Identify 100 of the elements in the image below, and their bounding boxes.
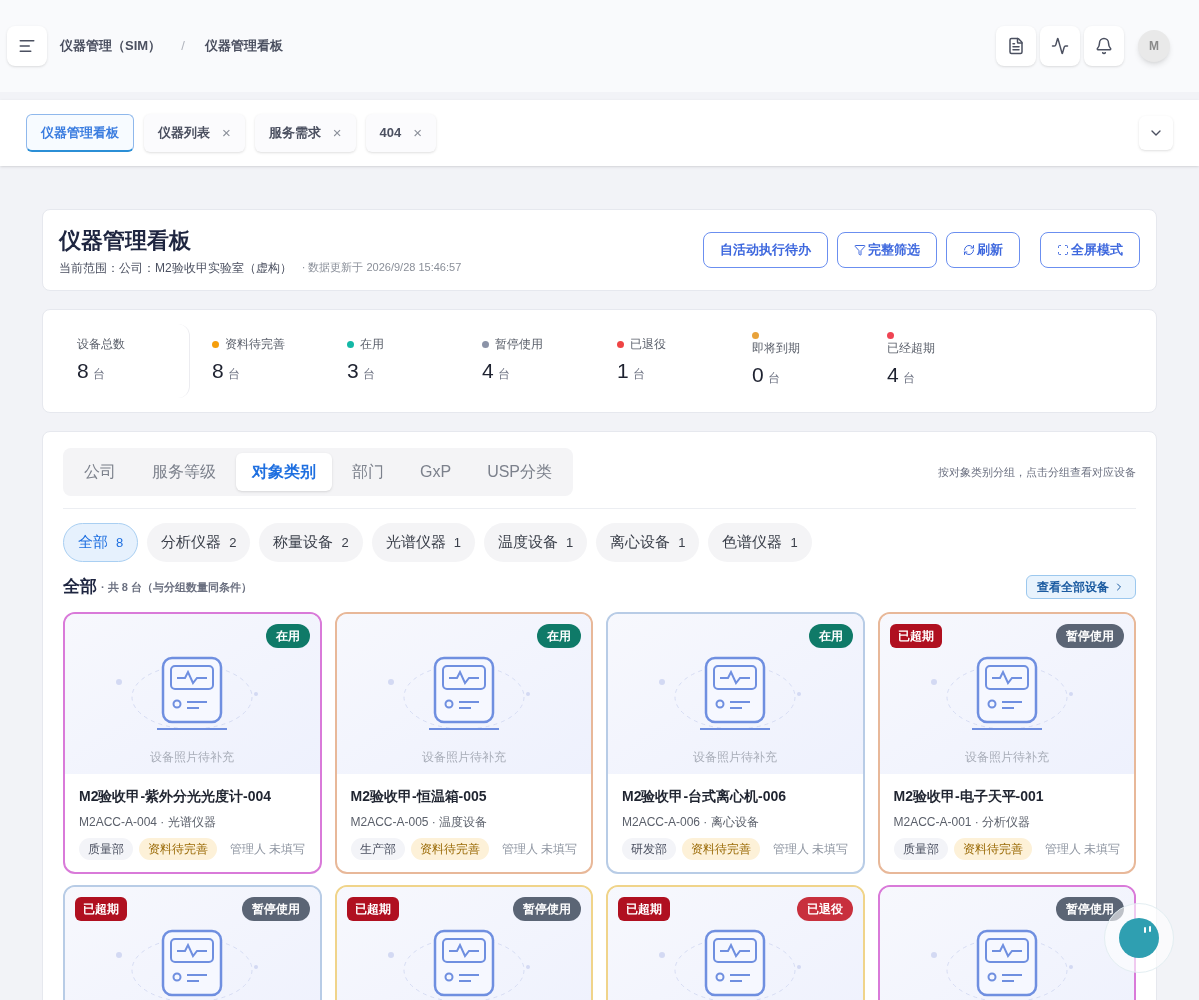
category-chip[interactable]: 分析仪器 2 [147, 523, 251, 562]
group-tab[interactable]: 对象类别 [236, 453, 332, 491]
equipment-code: M2ACC-A-001 · 分析仪器 [893, 813, 1032, 831]
group-tab[interactable]: USP分类 [471, 453, 569, 491]
department-tag: 质量部 [893, 837, 948, 860]
overdue-badge: 已超期 [618, 896, 670, 921]
category-chip[interactable]: 光谱仪器 1 [371, 523, 475, 562]
breadcrumb-item[interactable]: 仪器管理看板 [204, 36, 283, 56]
toolbar-button[interactable]: 刷新 [946, 232, 1020, 268]
stat-unit: 台 [902, 369, 915, 387]
info-tag: 资料待完善 [410, 837, 489, 860]
owner-text: 管理人 未填写 [501, 840, 577, 858]
category-chip[interactable]: 离心设备 1 [596, 523, 700, 562]
stat-value: 4 [887, 361, 899, 388]
owner-text: 管理人 未填写 [230, 840, 306, 858]
stat-label: 已经超期 [887, 339, 935, 357]
stat-value: 8 [77, 358, 89, 385]
chip-count: 1 [565, 533, 574, 552]
info-tag: 资料待完善 [953, 837, 1032, 860]
group-tab[interactable]: GxP [404, 453, 468, 491]
status-badge: 暂停使用 [1056, 623, 1124, 648]
stat-unit: 台 [632, 366, 645, 384]
stat-label: 即将到期 [752, 339, 800, 357]
group-tab[interactable]: 公司 [68, 453, 132, 491]
menu-button[interactable] [7, 26, 47, 66]
stat-value: 4 [482, 358, 494, 385]
status-badge: 在用 [265, 623, 310, 648]
page-tab[interactable]: 服务需求 × [254, 114, 356, 152]
chip-count: 2 [229, 533, 237, 552]
tab-label: 仪器列表 [158, 124, 210, 143]
activity-button[interactable] [1040, 26, 1080, 66]
chip-count: 1 [678, 533, 686, 552]
chip-label: 光谱仪器 [385, 532, 446, 553]
equipment-code: M2ACC-A-005 · 温度设备 [350, 813, 489, 831]
tab-label: 仪器管理看板 [41, 123, 119, 142]
filter-icon [854, 244, 866, 256]
document-icon [1007, 37, 1025, 55]
equipment-name: M2验收甲-恒温箱-005 [350, 786, 488, 806]
tab-label: 404 [379, 124, 402, 143]
fullscreen-icon [1057, 244, 1069, 256]
chip-count: 1 [790, 533, 798, 552]
group-tab[interactable]: 部门 [336, 453, 400, 491]
chip-count: 8 [116, 533, 124, 552]
chip-label: 分析仪器 [161, 532, 222, 553]
toolbar-button[interactable]: 全屏模式 [1040, 232, 1140, 268]
equipment-card[interactable]: 已超期 暂停使用 [334, 884, 593, 1000]
section-title: 全部 [63, 576, 97, 598]
stat-value: 3 [347, 358, 359, 385]
page-title: 仪器管理看板 [59, 226, 192, 255]
equipment-card[interactable]: 在用 设备照片待补充 M2验收甲-恒温箱-005 M2ACC-A-005 · 温度设备 生产部 资料待完善 管理人 未填写 [334, 611, 593, 874]
tab-label: 服务需求 [268, 124, 321, 143]
category-chip[interactable]: 色谱仪器 1 [708, 523, 812, 562]
equipment-card[interactable]: 暂停使用 [877, 884, 1136, 1000]
stat-label: 资料待完善 [225, 336, 285, 354]
toolbar-button[interactable]: 完整筛选 [837, 232, 937, 268]
equipment-card[interactable]: 已超期 暂停使用 设备照片待补充 M2验收甲-电子天平-001 M2ACC-A-001 · 分析仪器 质量部 资料待完善 管理人 未填写 [877, 611, 1136, 874]
stat-unit: 台 [227, 366, 240, 384]
category-chip[interactable]: 全部 8 [63, 523, 139, 562]
photo-caption: 设备照片待补充 [150, 748, 235, 766]
equipment-code: M2ACC-A-004 · 光谱仪器 [79, 813, 217, 831]
updated-text: · 数据更新于 2026/9/28 15:46:57 [301, 260, 462, 276]
group-tab[interactable]: 服务等级 [136, 453, 232, 491]
equipment-card[interactable]: 已超期 暂停使用 [63, 884, 322, 1000]
info-tag: 资料待完善 [139, 837, 217, 860]
info-tag: 资料待完善 [682, 837, 760, 860]
document-button[interactable] [996, 26, 1036, 66]
chip-label: 色谱仪器 [722, 532, 783, 553]
category-chip[interactable]: 称量设备 2 [259, 523, 363, 562]
owner-text: 管理人 未填写 [1044, 840, 1120, 858]
equipment-card[interactable]: 在用 设备照片待补充 M2验收甲-台式离心机-006 M2ACC-A-006 · 离心设备 研发部 资料待完善 管理人 未填写 [606, 611, 865, 874]
photo-caption: 设备照片待补充 [421, 748, 506, 766]
page-tab[interactable]: 仪器管理看板 [26, 114, 134, 152]
photo-caption: 设备照片待补充 [693, 748, 778, 766]
refresh-icon [963, 244, 975, 256]
notification-button[interactable] [1084, 26, 1124, 66]
group-hint: 按对象类别分组，点击分组查看对应设备 [938, 464, 1136, 480]
stat-label: 设备总数 [77, 336, 126, 354]
stat-label: 已退役 [630, 336, 666, 354]
equipment-card[interactable]: 在用 设备照片待补充 M2验收甲-紫外分光光度计-004 M2ACC-A-004 · 光谱仪器 质量部 资料待完善 管理人 未填写 [63, 611, 322, 874]
stat-label: 在用 [360, 336, 384, 354]
page-tab[interactable]: 仪器列表 × [144, 114, 245, 152]
category-chip[interactable]: 温度设备 1 [483, 523, 588, 562]
chip-label: 称量设备 [273, 532, 334, 553]
view-all-button[interactable]: 查看全部设备 [1026, 574, 1136, 599]
equipment-card[interactable]: 已超期 已退役 [606, 884, 865, 1000]
bell-icon [1095, 37, 1113, 55]
chip-count: 1 [453, 533, 461, 552]
chip-label: 离心设备 [610, 532, 671, 553]
status-badge: 在用 [537, 623, 581, 648]
breadcrumb-separator: / [181, 37, 185, 56]
toolbar-button[interactable]: 自活动执行待办 [703, 232, 828, 268]
stat-unit: 台 [767, 369, 780, 387]
page-tab[interactable]: 404 × [365, 114, 436, 152]
status-badge: 暂停使用 [241, 896, 310, 921]
overdue-badge: 已超期 [346, 896, 399, 921]
photo-caption: 设备照片待补充 [964, 748, 1049, 766]
stat-value: 1 [617, 358, 629, 385]
scope-text: 当前范围：公司：M2验收甲实验室（虚构） [59, 259, 292, 277]
stat-label: 暂停使用 [495, 336, 543, 354]
breadcrumb-item[interactable]: 仪器管理（SIM） [60, 36, 162, 56]
